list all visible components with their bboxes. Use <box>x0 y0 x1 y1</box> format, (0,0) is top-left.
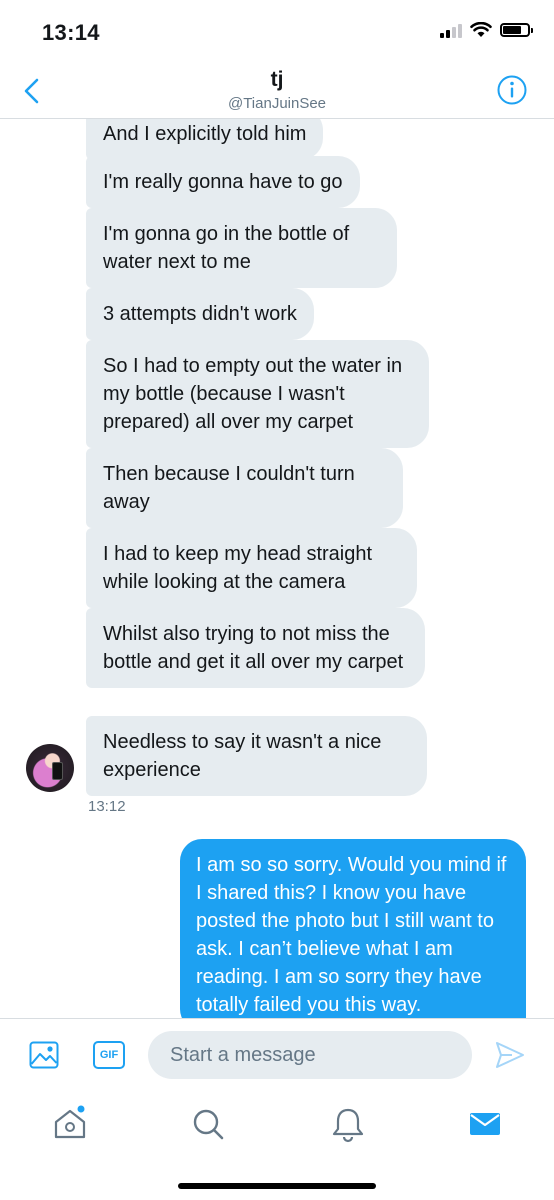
status-time: 13:14 <box>42 20 100 45</box>
message-bubble-incoming[interactable]: Whilst also trying to not miss the bottl… <box>86 608 425 688</box>
message-bubble-incoming[interactable]: I had to keep my head straight while loo… <box>86 528 417 608</box>
home-icon[interactable] <box>50 1104 90 1144</box>
gif-button[interactable]: GIF <box>93 1041 125 1069</box>
cellular-signal-icon <box>440 22 462 38</box>
search-icon[interactable] <box>188 1104 228 1144</box>
status-icons <box>440 22 533 38</box>
message-bubble-incoming[interactable]: Needless to say it wasn't a nice experie… <box>86 716 427 796</box>
battery-icon <box>500 23 533 37</box>
bell-icon[interactable] <box>328 1104 368 1144</box>
message-bubble-incoming[interactable]: So I had to empty out the water in my bo… <box>86 340 429 448</box>
conversation-title[interactable]: tj <box>0 68 554 92</box>
message-bubble-outgoing[interactable]: I am so so sorry. Would you mind if I sh… <box>180 839 526 1018</box>
message-bubble-incoming[interactable]: And I explicitly told him <box>86 118 324 160</box>
message-input[interactable] <box>148 1031 472 1079</box>
status-bar: 13:14 <box>0 0 554 60</box>
mail-icon[interactable] <box>465 1104 505 1144</box>
battery-level <box>503 26 521 34</box>
message-timestamp: 13:12 <box>88 798 126 815</box>
message-bubble-incoming[interactable]: 3 attempts didn't work <box>86 288 314 340</box>
image-icon[interactable] <box>28 1039 60 1071</box>
message-bubble-incoming[interactable]: Then because I couldn't turn away <box>86 448 403 528</box>
home-indicator <box>178 1183 376 1189</box>
conversation-header: tj @TianJuinSee <box>0 60 554 119</box>
conversation-handle[interactable]: @TianJuinSee <box>0 95 554 112</box>
avatar[interactable] <box>26 744 74 792</box>
wifi-icon <box>470 22 492 37</box>
message-bubble-incoming[interactable]: I'm really gonna have to go <box>86 156 360 208</box>
message-composer: GIF <box>0 1018 554 1091</box>
message-bubble-incoming[interactable]: I'm gonna go in the bottle of water next… <box>86 208 397 288</box>
message-thread[interactable]: And I explicitly told him I'm really gon… <box>0 118 554 1018</box>
send-icon[interactable] <box>494 1039 526 1071</box>
info-icon[interactable] <box>496 74 528 106</box>
